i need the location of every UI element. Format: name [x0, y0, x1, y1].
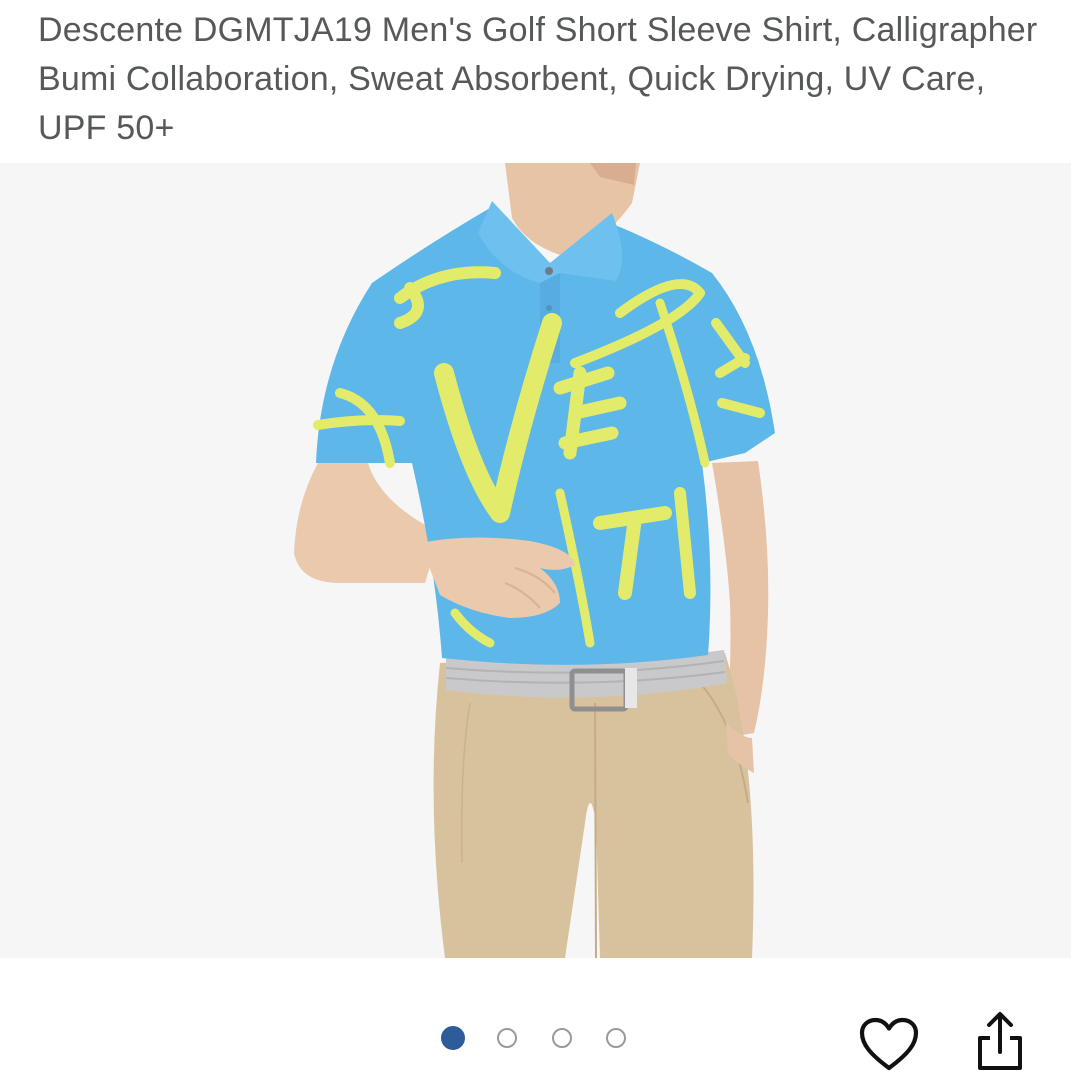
heart-icon [859, 1017, 919, 1071]
carousel-dot-3[interactable] [552, 1028, 572, 1048]
share-button[interactable] [968, 1010, 1032, 1074]
carousel-dot-1[interactable] [441, 1026, 465, 1050]
share-icon [978, 1012, 1022, 1070]
carousel-dot-4[interactable] [606, 1028, 626, 1048]
product-title: Descente DGMTJA19 Men's Golf Short Sleev… [38, 11, 1038, 147]
favorite-button[interactable] [858, 1016, 920, 1074]
carousel-dot-2[interactable] [497, 1028, 517, 1048]
product-image[interactable] [0, 163, 1071, 958]
